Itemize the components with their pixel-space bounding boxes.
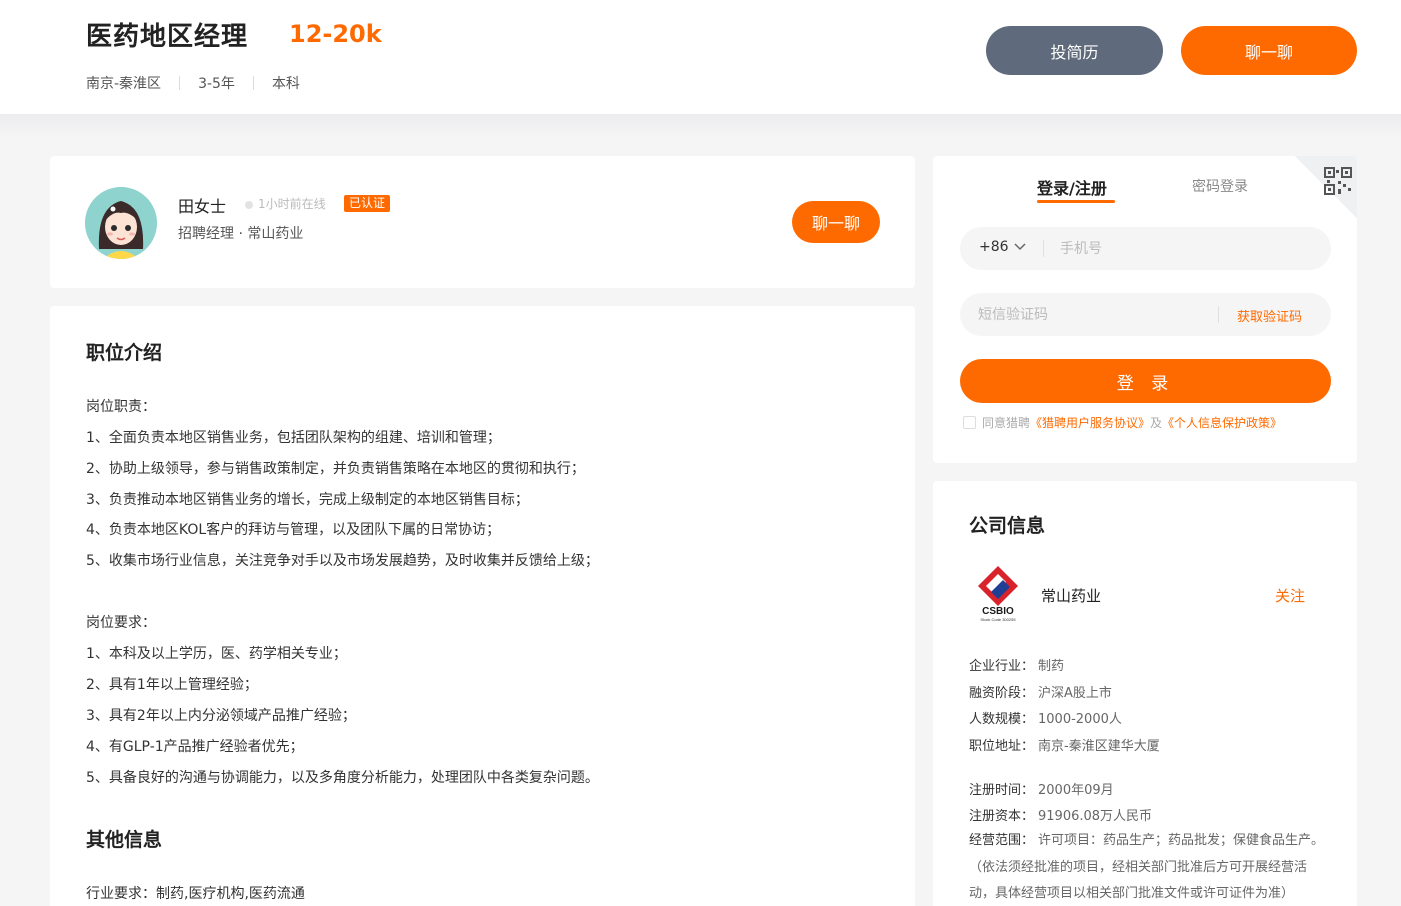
agree-and: 及 xyxy=(1150,416,1163,430)
recruiter-role: 招聘经理 · 常山药业 xyxy=(178,226,304,242)
recruiter-card: 田女士 1小时前在线 已认证 招聘经理 · 常山药业 聊一聊 xyxy=(50,156,915,288)
info-label: 职位地址： xyxy=(969,739,1035,754)
duty-item: 4、负责本地区KOL客户的拜访与管理，以及团队下属的日常协访； xyxy=(86,522,501,538)
recruiter-name: 田女士 xyxy=(178,197,227,216)
job-title: 医药地区经理 xyxy=(86,22,249,52)
industry-requirement: 行业要求：制药,医疗机构,医药流通 xyxy=(86,886,305,902)
chat-button[interactable]: 聊一聊 xyxy=(1181,26,1357,75)
privacy-policy-link[interactable]: 《个人信息保护政策》 xyxy=(1162,414,1282,431)
info-label: 注册资本： xyxy=(969,809,1035,824)
info-label: 人数规模： xyxy=(969,712,1035,727)
info-row-scope: 经营范围： 许可项目：药品生产；药品批发；保健食品生产。（依法须经批准的项目，经相… xyxy=(969,828,1329,906)
info-row-size: 人数规模： 1000-2000人 xyxy=(969,708,1122,727)
active-tab-indicator xyxy=(1037,200,1115,203)
sms-code-input[interactable] xyxy=(978,303,1198,327)
requirement-item: 1、本科及以上学历，医、药学相关专业； xyxy=(86,646,347,662)
submit-resume-button[interactable]: 投简历 xyxy=(986,26,1163,75)
info-value: 1000-2000人 xyxy=(1038,712,1122,727)
info-label: 注册时间： xyxy=(969,783,1035,798)
job-location: 南京-秦淮区 xyxy=(86,76,162,92)
duties-heading: 岗位职责： xyxy=(86,399,156,415)
job-experience: 3-5年 xyxy=(198,76,235,92)
country-code-select[interactable]: +86 xyxy=(979,239,1026,255)
duty-item: 5、收集市场行业信息，关注竞争对手以及市场发展趋势，及时收集并反馈给上级； xyxy=(86,553,599,569)
qr-login-corner[interactable] xyxy=(1295,156,1357,218)
phone-input[interactable] xyxy=(1060,237,1310,261)
info-row-registered: 注册时间： 2000年09月 xyxy=(969,779,1114,798)
section-title-other-info: 其他信息 xyxy=(86,829,163,851)
get-code-button[interactable]: 获取验证码 xyxy=(1237,306,1302,325)
country-code: +86 xyxy=(979,239,1009,255)
phone-field: +86 xyxy=(960,227,1331,270)
online-status-dot xyxy=(245,201,253,209)
duty-item: 2、协助上级领导，参与销售政策制定，并负责销售策略在本地区的贯彻和执行； xyxy=(86,461,585,477)
duty-item: 3、负责推动本地区销售业务的增长，完成上级制定的本地区销售目标； xyxy=(86,492,529,508)
logo-subtext: Stock Code 300255 xyxy=(980,617,1016,622)
info-value: 沪深A股上市 xyxy=(1038,686,1112,701)
agreement-row: 同意猎聘 《猎聘用户服务协议》 及 《个人信息保护政策》 xyxy=(963,414,1282,431)
divider xyxy=(1218,306,1219,323)
tab-password-login[interactable]: 密码登录 xyxy=(1192,176,1248,196)
section-title-company-info: 公司信息 xyxy=(969,515,1046,537)
tab-login-register[interactable]: 登录/注册 xyxy=(1037,175,1107,199)
job-description-card: 职位介绍 岗位职责： 1、全面负责本地区销售业务，包括团队架构的组建、培训和管理… xyxy=(50,306,915,906)
info-label: 经营范围： xyxy=(969,833,1035,848)
info-row-industry: 企业行业： 制药 xyxy=(969,655,1064,674)
requirement-item: 4、有GLP-1产品推广经验者优先； xyxy=(86,739,304,755)
info-label: 企业行业： xyxy=(969,659,1035,674)
online-status: 1小时前在线 xyxy=(258,197,326,211)
section-title-job-intro: 职位介绍 xyxy=(86,342,163,364)
follow-button[interactable]: 关注 xyxy=(1275,585,1305,606)
company-card: 公司信息 CSBIO Stock Code 300255 常山药业 关注 企业行… xyxy=(933,481,1357,906)
requirement-item: 3、具有2年以上内分泌领域产品推广经验； xyxy=(86,708,356,724)
job-education: 本科 xyxy=(271,76,300,92)
job-meta: 南京-秦淮区 3-5年 本科 xyxy=(86,73,300,93)
info-row-funding: 融资阶段： 沪深A股上市 xyxy=(969,682,1112,701)
company-logo[interactable]: CSBIO Stock Code 300255 xyxy=(971,564,1025,624)
requirement-item: 2、具有1年以上管理经验； xyxy=(86,677,258,693)
info-value: 制药 xyxy=(1038,659,1065,674)
duty-item: 1、全面负责本地区销售业务，包括团队架构的组建、培训和管理； xyxy=(86,430,501,446)
divider xyxy=(1043,240,1044,257)
info-label: 融资阶段： xyxy=(969,686,1035,701)
company-name[interactable]: 常山药业 xyxy=(1041,585,1101,606)
header-shadow xyxy=(0,114,1401,138)
divider xyxy=(179,76,181,90)
logo-text: CSBIO xyxy=(982,606,1014,617)
user-agreement-link[interactable]: 《猎聘用户服务协议》 xyxy=(1030,414,1150,431)
sms-code-field: 获取验证码 xyxy=(960,293,1331,336)
verified-badge: 已认证 xyxy=(344,195,391,212)
info-row-capital: 注册资本： 91906.08万人民币 xyxy=(969,805,1152,824)
agree-checkbox[interactable] xyxy=(963,416,976,429)
qr-code-icon[interactable] xyxy=(1323,166,1353,196)
job-salary: 12-20k xyxy=(289,20,382,48)
recruiter-chat-button[interactable]: 聊一聊 xyxy=(792,201,880,243)
info-row-address: 职位地址： 南京-秦淮区建华大厦 xyxy=(969,735,1160,754)
requirements-heading: 岗位要求： xyxy=(86,615,156,631)
job-header: 医药地区经理 12-20k 南京-秦淮区 3-5年 本科 投简历 聊一聊 xyxy=(0,0,1401,114)
info-value: 91906.08万人民币 xyxy=(1038,809,1153,824)
agree-prefix: 同意猎聘 xyxy=(982,416,1031,430)
requirement-item: 5、具备良好的沟通与协调能力，以及多角度分析能力，处理团队中各类复杂问题。 xyxy=(86,770,599,786)
login-button[interactable]: 登 录 xyxy=(960,359,1331,403)
divider xyxy=(252,76,254,90)
avatar[interactable] xyxy=(85,187,157,259)
info-value: 南京-秦淮区建华大厦 xyxy=(1038,739,1160,754)
chevron-down-icon xyxy=(1014,243,1026,251)
login-card: 登录/注册 密码登录 +86 获取验证码 xyxy=(933,156,1357,463)
info-value: 2000年09月 xyxy=(1038,783,1114,798)
